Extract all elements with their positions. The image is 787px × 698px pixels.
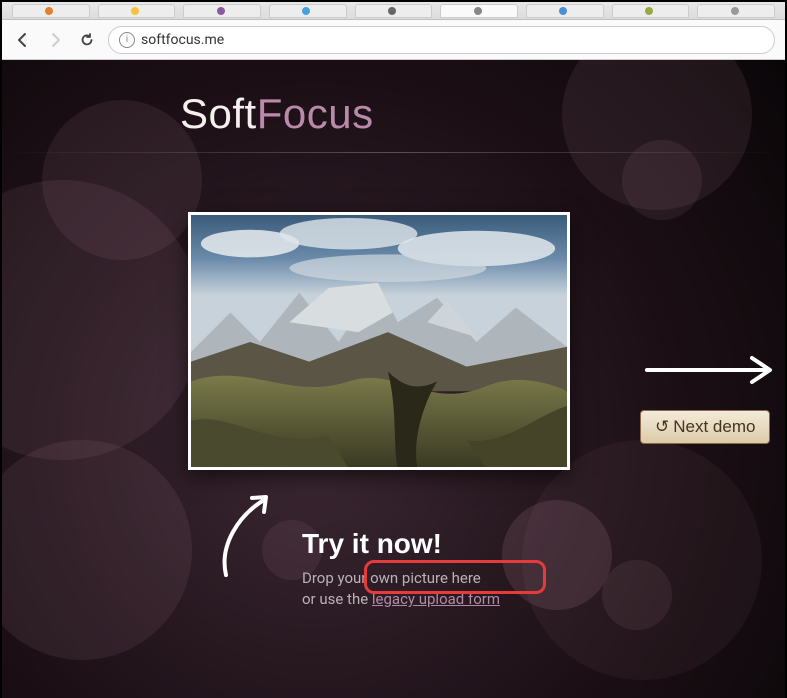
demo-image-dropzone[interactable] bbox=[188, 212, 570, 470]
cta-text: Drop your own picture here or use the le… bbox=[302, 568, 500, 610]
browser-tab[interactable] bbox=[697, 4, 775, 18]
logo-part-1: Soft bbox=[180, 90, 257, 137]
cta-heading: Try it now! bbox=[302, 528, 500, 560]
arrow-curved-up-icon bbox=[214, 490, 284, 580]
tab-strip bbox=[2, 2, 785, 20]
next-demo-label: Next demo bbox=[673, 417, 755, 437]
site-info-icon[interactable]: i bbox=[119, 32, 135, 48]
page-content: SoftFocus bbox=[2, 60, 785, 698]
browser-tab[interactable] bbox=[12, 4, 90, 18]
arrow-right-icon bbox=[642, 350, 782, 390]
browser-tab[interactable] bbox=[526, 4, 604, 18]
browser-tab-active[interactable] bbox=[440, 4, 518, 18]
header-divider bbox=[2, 152, 785, 153]
logo-part-2: Focus bbox=[257, 90, 374, 137]
browser-tab[interactable] bbox=[98, 4, 176, 18]
cta-section: Try it now! Drop your own picture here o… bbox=[302, 528, 500, 610]
browser-tab[interactable] bbox=[612, 4, 690, 18]
browser-tab[interactable] bbox=[355, 4, 433, 18]
bokeh-decoration bbox=[522, 440, 762, 680]
browser-chrome: i softfocus.me bbox=[2, 2, 785, 60]
forward-button[interactable] bbox=[44, 29, 66, 51]
bokeh-decoration bbox=[562, 60, 752, 210]
url-text: softfocus.me bbox=[141, 32, 224, 48]
site-logo: SoftFocus bbox=[180, 90, 374, 138]
address-bar[interactable]: i softfocus.me bbox=[108, 26, 775, 54]
legacy-upload-link[interactable]: legacy upload form bbox=[372, 590, 500, 608]
browser-toolbar: i softfocus.me bbox=[2, 20, 785, 60]
browser-tab[interactable] bbox=[183, 4, 261, 18]
next-demo-button[interactable]: ↺ Next demo bbox=[640, 410, 770, 444]
reload-icon: ↺ bbox=[655, 417, 669, 437]
cta-line1: Drop your own picture here bbox=[302, 569, 481, 587]
bokeh-decoration bbox=[42, 100, 202, 260]
bokeh-decoration bbox=[2, 440, 192, 660]
back-button[interactable] bbox=[12, 29, 34, 51]
reload-button[interactable] bbox=[76, 29, 98, 51]
cta-line2: or use the bbox=[302, 590, 372, 608]
browser-tab[interactable] bbox=[269, 4, 347, 18]
